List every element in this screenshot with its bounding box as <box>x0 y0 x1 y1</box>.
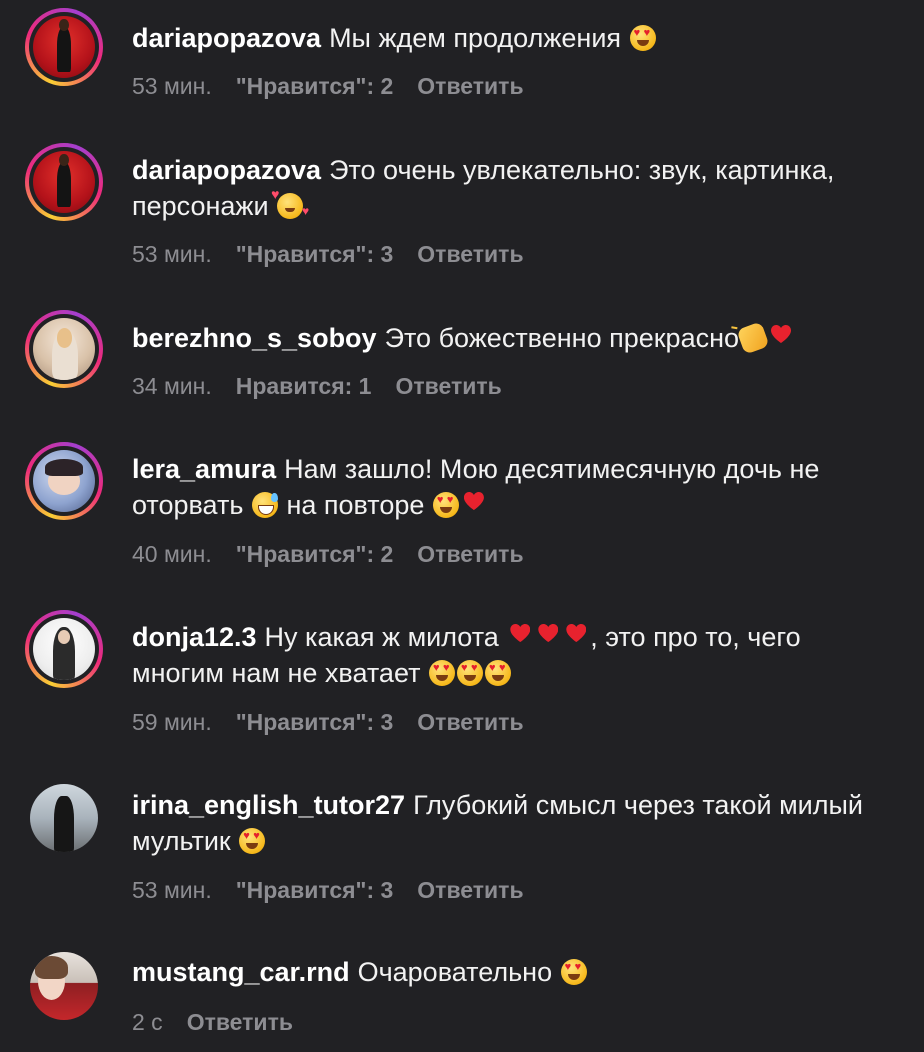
comment-body: оторвать <box>132 490 244 520</box>
comment-username[interactable]: berezhno_s_soboy <box>132 323 377 353</box>
comment-body: мультик <box>132 826 231 856</box>
avatar <box>33 618 95 680</box>
likes-count-button[interactable]: "Нравится": 2 <box>236 541 394 567</box>
comment-time: 59 мин. <box>132 709 212 735</box>
heart-eyes-emoji-icon <box>484 660 511 686</box>
comment-body: , это про то, чего <box>590 622 801 652</box>
avatar <box>30 952 98 1020</box>
reply-button[interactable]: Ответить <box>417 73 523 99</box>
comment-meta: 53 мин. "Нравится": 2 Ответить <box>132 72 524 100</box>
comment-body: Это божественно прекрасно <box>384 323 740 353</box>
avatar-container[interactable] <box>30 784 98 852</box>
comment-username[interactable]: dariapopazova <box>132 23 321 53</box>
comment-meta: 34 мин. Нравится: 1 Ответить <box>132 372 502 400</box>
comment-body: персонажи <box>132 191 269 221</box>
comment-meta: 53 мин. "Нравится": 3 Ответить <box>132 240 524 268</box>
likes-count-button[interactable]: "Нравится": 3 <box>236 709 394 735</box>
comment-body: на повторе <box>286 490 425 520</box>
comment-meta: 40 мин. "Нравится": 2 Ответить <box>132 540 524 568</box>
avatar <box>33 151 95 213</box>
likes-count-button[interactable]: "Нравится": 3 <box>236 241 394 267</box>
avatar <box>33 450 95 512</box>
avatar <box>33 318 95 380</box>
comment-username[interactable]: donja12.3 <box>132 622 257 652</box>
red-heart-emoji-icon <box>563 623 589 649</box>
avatar-story-ring[interactable] <box>25 8 103 86</box>
comment-body: Глубокий смысл через такой милый <box>413 790 864 820</box>
clapping-hands-emoji-icon <box>736 321 770 355</box>
heart-eyes-emoji-icon <box>239 828 266 854</box>
avatar-story-ring[interactable] <box>25 442 103 520</box>
reply-button[interactable]: Ответить <box>417 541 523 567</box>
comment-body: Ну какая ж милота <box>264 622 499 652</box>
avatar-story-ring[interactable] <box>25 143 103 221</box>
heart-eyes-emoji-icon <box>432 492 459 518</box>
reply-button[interactable]: Ответить <box>395 373 501 399</box>
comment-text: dariapopazova Мы ждем продолжения <box>132 20 914 56</box>
reply-button[interactable]: Ответить <box>417 241 523 267</box>
heart-eyes-emoji-icon <box>629 25 656 51</box>
likes-count-button[interactable]: "Нравится": 2 <box>236 73 394 99</box>
comment-text: donja12.3 Ну какая ж милота , это про то,… <box>132 619 914 691</box>
heart-eyes-emoji-icon <box>560 959 587 985</box>
comment-time: 34 мин. <box>132 373 212 399</box>
comment-username[interactable]: dariapopazova <box>132 155 321 185</box>
likes-count-button[interactable]: "Нравится": 3 <box>236 877 394 903</box>
red-heart-emoji-icon <box>507 623 533 649</box>
comment-meta: 59 мин. "Нравится": 3 Ответить <box>132 708 524 736</box>
red-heart-emoji-icon <box>535 623 561 649</box>
comment-text: dariapopazova Это очень увлекательно: зву… <box>132 152 914 224</box>
comment-meta: 2 с Ответить <box>132 1008 293 1036</box>
heart-eyes-emoji-icon <box>456 660 483 686</box>
reply-button[interactable]: Ответить <box>187 1009 293 1035</box>
comment-time: 53 мин. <box>132 241 212 267</box>
avatar <box>30 784 98 852</box>
comment-username[interactable]: lera_amura <box>132 454 276 484</box>
reply-button[interactable]: Ответить <box>417 877 523 903</box>
comment-text: lera_amura Нам зашло! Мою десятимесячную … <box>132 451 914 523</box>
comment-body: Очаровательно <box>357 957 553 987</box>
comment-time: 2 с <box>132 1009 163 1035</box>
comment-body: Это очень увлекательно: звук, картинка, <box>329 155 835 185</box>
red-heart-emoji-icon <box>461 491 487 517</box>
comment-body: Мы ждем продолжения <box>329 23 622 53</box>
avatar-story-ring[interactable] <box>25 310 103 388</box>
comment-text: irina_english_tutor27 Глубокий смысл чере… <box>132 787 914 859</box>
comment-username[interactable]: irina_english_tutor27 <box>132 790 405 820</box>
heart-eyes-emoji-icon <box>428 660 455 686</box>
comment-meta: 53 мин. "Нравится": 3 Ответить <box>132 876 524 904</box>
comment-time: 40 мин. <box>132 541 212 567</box>
comment-time: 53 мин. <box>132 73 212 99</box>
comment-time: 53 мин. <box>132 877 212 903</box>
grinning-face-with-sweat-emoji-icon <box>251 492 278 518</box>
avatar-container[interactable] <box>30 952 98 1020</box>
comment-text: berezhno_s_soboy Это божественно прекрасн… <box>132 320 914 356</box>
comment-text: mustang_car.rnd Очаровательно <box>132 954 914 990</box>
avatar-story-ring[interactable] <box>25 610 103 688</box>
comment-body: многим нам не хватает <box>132 658 421 688</box>
red-heart-emoji-icon <box>768 324 794 350</box>
avatar <box>33 16 95 78</box>
smiling-face-with-hearts-emoji-icon <box>271 187 309 219</box>
reply-button[interactable]: Ответить <box>417 709 523 735</box>
comment-body: Нам зашло! Мою десятимесячную дочь не <box>284 454 820 484</box>
likes-count-button[interactable]: Нравится: 1 <box>236 373 372 399</box>
comment-username[interactable]: mustang_car.rnd <box>132 957 350 987</box>
